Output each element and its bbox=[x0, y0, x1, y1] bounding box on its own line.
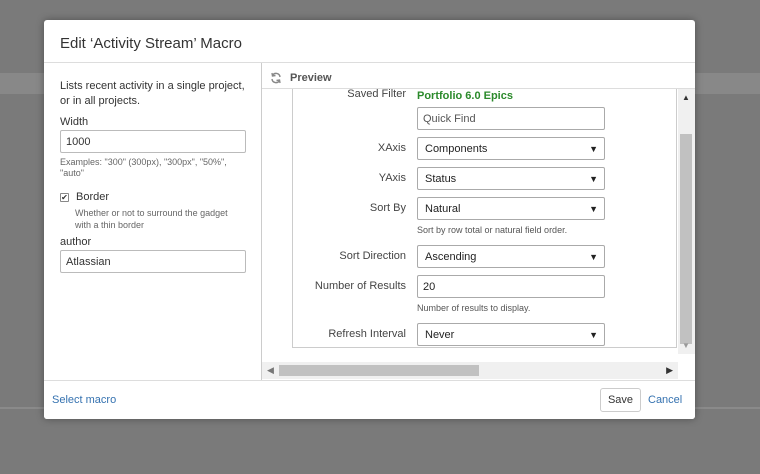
vertical-scrollbar[interactable]: ▲ ▼ bbox=[678, 89, 695, 354]
chevron-down-icon: ▼ bbox=[589, 144, 598, 154]
vertical-scroll-thumb[interactable] bbox=[680, 134, 692, 344]
refresh-icon[interactable] bbox=[270, 72, 282, 84]
sort-direction-value: Ascending bbox=[425, 251, 477, 263]
border-label: Border bbox=[76, 191, 110, 203]
num-results-hint: Number of results to display. bbox=[417, 303, 531, 313]
dialog-header: Edit ‘Activity Stream’ Macro bbox=[44, 20, 695, 63]
preview-bar[interactable]: Preview bbox=[262, 63, 695, 89]
border-checkbox[interactable]: ✔ bbox=[60, 192, 69, 202]
scroll-left-icon[interactable]: ◀ bbox=[267, 365, 274, 376]
cancel-link[interactable]: Cancel bbox=[648, 394, 682, 406]
xaxis-select[interactable]: Components ▼ bbox=[417, 137, 605, 160]
sort-by-hint: Sort by row total or natural field order… bbox=[417, 225, 568, 235]
dialog-footer: Select macro Save Cancel bbox=[44, 380, 695, 419]
sort-direction-select[interactable]: Ascending ▼ bbox=[417, 245, 605, 268]
width-hint: Examples: "300" (300px), "300px", "50%",… bbox=[60, 157, 227, 178]
macro-dialog: Edit ‘Activity Stream’ Macro Lists recen… bbox=[44, 20, 695, 419]
save-button[interactable]: Save bbox=[600, 388, 641, 412]
chevron-down-icon: ▼ bbox=[589, 174, 598, 184]
chevron-down-icon: ▼ bbox=[589, 204, 598, 214]
author-label: author bbox=[60, 236, 92, 248]
macro-description: Lists recent activity in a single projec… bbox=[60, 80, 245, 107]
sort-by-label: Sort By bbox=[369, 202, 406, 214]
scroll-down-icon[interactable]: ▼ bbox=[682, 341, 690, 350]
horizontal-scroll-thumb[interactable] bbox=[279, 365, 479, 376]
author-input[interactable] bbox=[60, 250, 246, 273]
yaxis-label: YAxis bbox=[378, 172, 406, 184]
quick-find-input[interactable]: Quick Find bbox=[417, 107, 605, 130]
sort-by-value: Natural bbox=[425, 203, 461, 215]
border-hint: Whether or not to surround the gadget wi… bbox=[75, 208, 228, 230]
yaxis-value: Status bbox=[425, 173, 457, 185]
macro-params-panel: Lists recent activity in a single projec… bbox=[44, 63, 262, 380]
sort-direction-label: Sort Direction bbox=[339, 250, 406, 262]
chevron-down-icon: ▼ bbox=[589, 252, 598, 262]
width-label: Width bbox=[60, 116, 89, 128]
border-option[interactable]: ✔ Border bbox=[60, 191, 261, 203]
width-input[interactable] bbox=[60, 130, 246, 153]
two-dimensional-gadget: Saved Filter Portfolio 6.0 Epics Quick F… bbox=[292, 89, 677, 348]
dialog-title: Edit ‘Activity Stream’ Macro bbox=[60, 35, 242, 52]
scroll-up-icon[interactable]: ▲ bbox=[682, 93, 690, 102]
refresh-interval-value: Never bbox=[425, 329, 455, 341]
preview-frame: Saved Filter Portfolio 6.0 Epics Quick F… bbox=[262, 89, 695, 354]
xaxis-label: XAxis bbox=[377, 142, 406, 154]
refresh-interval-select[interactable]: Never ▼ bbox=[417, 323, 605, 346]
sort-by-select[interactable]: Natural ▼ bbox=[417, 197, 605, 220]
preview-label: Preview bbox=[290, 72, 332, 84]
num-results-input[interactable]: 20 bbox=[417, 275, 605, 298]
yaxis-select[interactable]: Status ▼ bbox=[417, 167, 605, 190]
refresh-interval-label: Refresh Interval bbox=[328, 328, 406, 340]
scroll-right-icon[interactable]: ▶ bbox=[666, 365, 673, 376]
num-results-label: Number of Results bbox=[314, 280, 406, 292]
select-macro-link[interactable]: Select macro bbox=[52, 394, 116, 406]
preview-panel: Preview Saved Filter Portfolio 6.0 Epics… bbox=[262, 63, 695, 380]
saved-filter-label: Saved Filter bbox=[347, 89, 406, 100]
chevron-down-icon: ▼ bbox=[589, 330, 598, 340]
saved-filter-value[interactable]: Portfolio 6.0 Epics bbox=[417, 90, 513, 102]
xaxis-value: Components bbox=[425, 143, 488, 155]
horizontal-scrollbar[interactable]: ◀ ▶ bbox=[262, 362, 678, 379]
